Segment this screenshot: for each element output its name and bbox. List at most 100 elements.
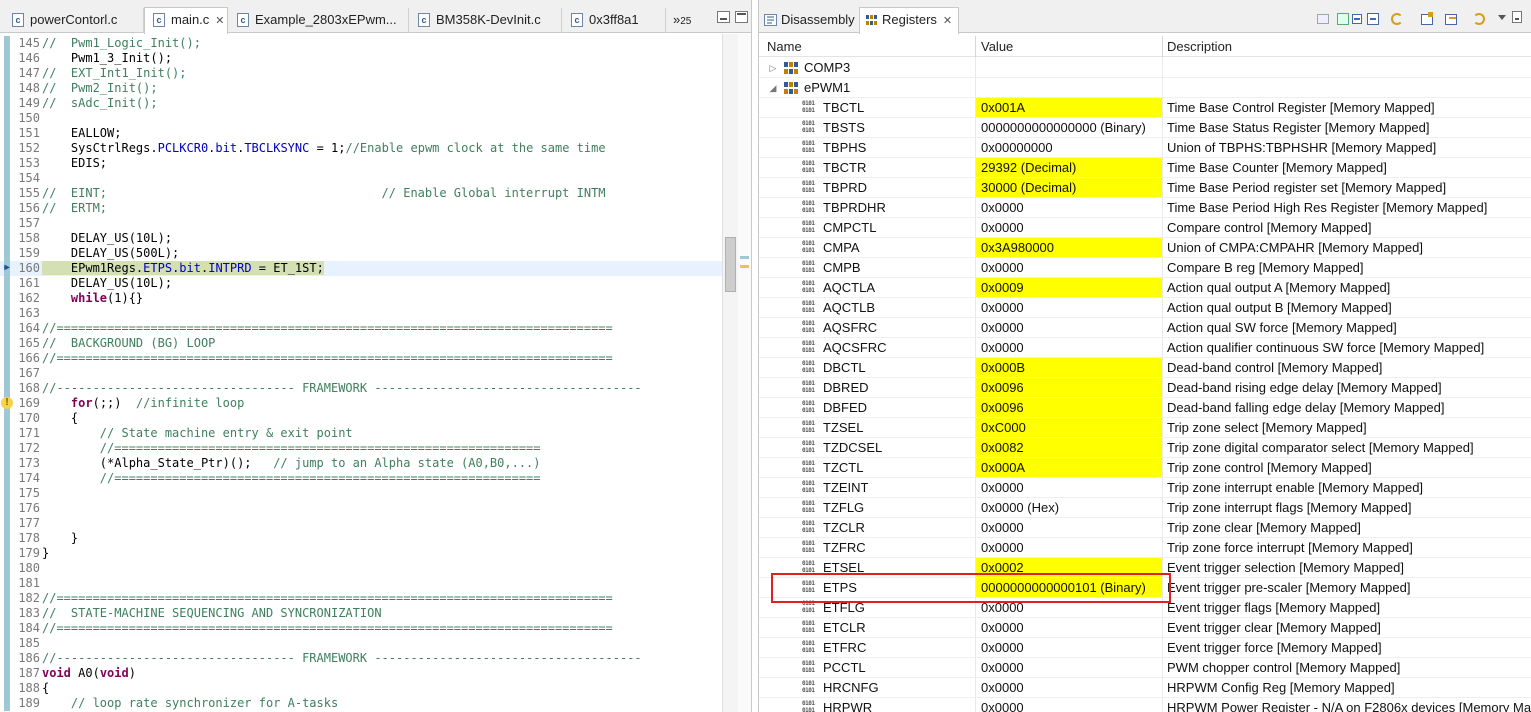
view-menu-icon[interactable] [1495,11,1511,27]
code-line[interactable]: 173 (*Alpha_State_Ptr)(); // jump to an … [0,456,722,471]
code-line[interactable]: 188{ [0,681,722,696]
register-row[interactable]: 0101 0101 AQCTLB 0x0000 Action qual output B… [759,298,1531,318]
tab-registers[interactable]: Registers ✕ [859,7,959,34]
code-line[interactable]: 158 DELAY_US(10L); [0,231,722,246]
register-value[interactable]: 0x001A [976,98,1162,117]
register-row[interactable]: 0101 0101 TBPRD 30000 (Decimal) Time Base Pe… [759,178,1531,198]
code-line[interactable]: 156// ERTM; [0,201,722,216]
register-value[interactable]: 0x0000 [976,658,1162,677]
code-line[interactable]: 149// sAdc_Init(); [0,96,722,111]
register-value[interactable]: 0x0000 [976,598,1162,617]
tab-example-2803xepwm[interactable]: c Example_2803xEPwm... [229,8,409,33]
register-row[interactable]: 0101 0101 AQCTLA 0x0009 Action qual output A… [759,278,1531,298]
code-line[interactable]: 145// Pwm1_Logic_Init(); [0,36,722,51]
register-value[interactable]: 29392 (Decimal) [976,158,1162,177]
scrollbar-thumb[interactable] [725,237,736,292]
column-header-description[interactable]: Description [1167,39,1232,54]
code-line[interactable]: 154 [0,171,722,186]
collapse-all-icon[interactable] [1365,11,1381,27]
register-value[interactable]: 0x0000 [976,538,1162,557]
register-row[interactable]: 0101 0101 ETPS 0000000000000101 (Binary) Eve… [759,578,1531,598]
load-registers-icon[interactable] [1315,11,1331,27]
register-value[interactable]: 0x0000 [976,618,1162,637]
code-line[interactable]: 171 // State machine entry & exit point [0,426,722,441]
register-value[interactable]: 0x0002 [976,558,1162,577]
code-line[interactable]: 166//===================================… [0,351,722,366]
register-value[interactable]: 0x0000 [976,518,1162,537]
code-line[interactable]: 151 EALLOW; [0,126,722,141]
register-row[interactable]: 0101 0101 TZFRC 0x0000 Trip zone force inter… [759,538,1531,558]
code-line[interactable]: 172 //==================================… [0,441,722,456]
code-line[interactable]: 163 [0,306,722,321]
tab-overflow-list[interactable]: »25 [667,8,697,33]
code-line[interactable]: 175 [0,486,722,501]
code-line[interactable]: 153 EDIS; [0,156,722,171]
code-line[interactable]: 152 SysCtrlRegs.PCLKCR0.bit.TBCLKSYNC = … [0,141,722,156]
register-group-row[interactable]: ◢ ePWM1 [759,78,1531,98]
register-value[interactable]: 0x0000 [976,218,1162,237]
register-row[interactable]: 0101 0101 CMPCTL 0x0000 Compare control [Mem… [759,218,1531,238]
register-row[interactable]: 0101 0101 TZCTL 0x000A Trip zone control [Me… [759,458,1531,478]
minimize-button[interactable] [717,11,730,23]
register-row[interactable]: 0101 0101 TZEINT 0x0000 Trip zone interrupt … [759,478,1531,498]
registers-tree[interactable]: Name Value Description ▷ COMP3 ◢ ePWM1 0101 0… [759,36,1531,712]
register-value[interactable]: 0x0000 [976,298,1162,317]
code-line[interactable]: 182//===================================… [0,591,722,606]
code-line[interactable]: 187 void A0(void) [0,666,722,681]
register-row[interactable]: 0101 0101 ETFLG 0x0000 Event trigger flags [… [759,598,1531,618]
register-row[interactable]: 0101 0101 DBRED 0x0096 Dead-band rising edge… [759,378,1531,398]
register-value[interactable]: 0x0009 [976,278,1162,297]
continuous-refresh-icon[interactable] [1471,11,1487,27]
code-line[interactable]: 183// STATE-MACHINE SEQUENCING AND SYNCR… [0,606,722,621]
code-line[interactable]: 148// Pwm2_Init(); [0,81,722,96]
register-row[interactable]: 0101 0101 ETFRC 0x0000 Event trigger force [… [759,638,1531,658]
code-line[interactable]: 174 //==================================… [0,471,722,486]
register-row[interactable]: 0101 0101 ETCLR 0x0000 Event trigger clear [… [759,618,1531,638]
register-row[interactable]: 0101 0101 HRPWR 0x0000 HRPWM Power Register … [759,698,1531,712]
register-value[interactable]: 0x0000 [976,258,1162,277]
register-value[interactable]: 0x0000 [976,198,1162,217]
register-value[interactable]: 0x0000 [976,478,1162,497]
code-line[interactable]: 147// EXT_Int1_Init(); [0,66,722,81]
code-line[interactable]: 170 { [0,411,722,426]
register-row[interactable]: 0101 0101 TBPHS 0x00000000 Union of TBPHS:TB… [759,138,1531,158]
register-value[interactable]: 0x0000 [976,698,1162,712]
register-value[interactable]: 0x0000 [976,638,1162,657]
new-window-icon[interactable] [1419,11,1435,27]
add-group-icon[interactable] [1349,11,1365,27]
column-header-value[interactable]: Value [981,39,1013,54]
register-value[interactable]: 0x000A [976,458,1162,477]
code-line[interactable]: 176 [0,501,722,516]
code-line[interactable]: 150 [0,111,722,126]
register-value[interactable]: 0x3A980000 [976,238,1162,257]
code-text-area[interactable]: 145// Pwm1_Logic_Init(); 146 Pwm1_3_Init(… [0,34,722,712]
export-icon[interactable] [1443,11,1459,27]
register-value[interactable]: 30000 (Decimal) [976,178,1162,197]
close-icon[interactable]: ✕ [943,15,952,27]
code-line[interactable]: 178 } [0,531,722,546]
register-value[interactable]: 0x0096 [976,398,1162,417]
code-line[interactable]: 157 [0,216,722,231]
tab-bm358k-devinit-c[interactable]: c BM358K-DevInit.c [410,8,562,33]
code-line[interactable]: 181 [0,576,722,591]
code-line[interactable]: 155// EINT; // Enable Global interrupt I… [0,186,722,201]
code-line[interactable]: 189 // loop rate synchronizer for A-task… [0,696,722,711]
register-value[interactable]: 0x000B [976,358,1162,377]
register-row[interactable]: 0101 0101 TBSTS 0000000000000000 (Binary) Ti… [759,118,1531,138]
register-value[interactable]: 0x00000000 [976,138,1162,157]
collapsed-arrow-icon[interactable]: ▷ [768,58,778,78]
refresh-icon[interactable] [1389,11,1405,27]
code-line[interactable]: ! 169 for(;;) //infinite loop [0,396,722,411]
code-line[interactable]: 177 [0,516,722,531]
register-row[interactable]: 0101 0101 PCCTL 0x0000 PWM chopper control [… [759,658,1531,678]
current-code-line[interactable]: ▸ 160 EPwm1Regs.ETPS.bit.INTPRD = ET_1ST; [0,261,722,276]
register-row[interactable]: 0101 0101 TZDCSEL 0x0082 Trip zone digital c… [759,438,1531,458]
register-value[interactable]: 0x0000 [976,678,1162,697]
code-line[interactable]: 168//--------------------------------- F… [0,381,722,396]
code-line[interactable]: 159 DELAY_US(500L); [0,246,722,261]
code-line[interactable]: 186//--------------------------------- F… [0,651,722,666]
register-value[interactable]: 0x0082 [976,438,1162,457]
expanded-arrow-icon[interactable]: ◢ [768,78,778,98]
register-row[interactable]: 0101 0101 DBFED 0x0096 Dead-band falling edg… [759,398,1531,418]
tab-powercontorl-c[interactable]: c powerContorl.c [4,8,144,33]
